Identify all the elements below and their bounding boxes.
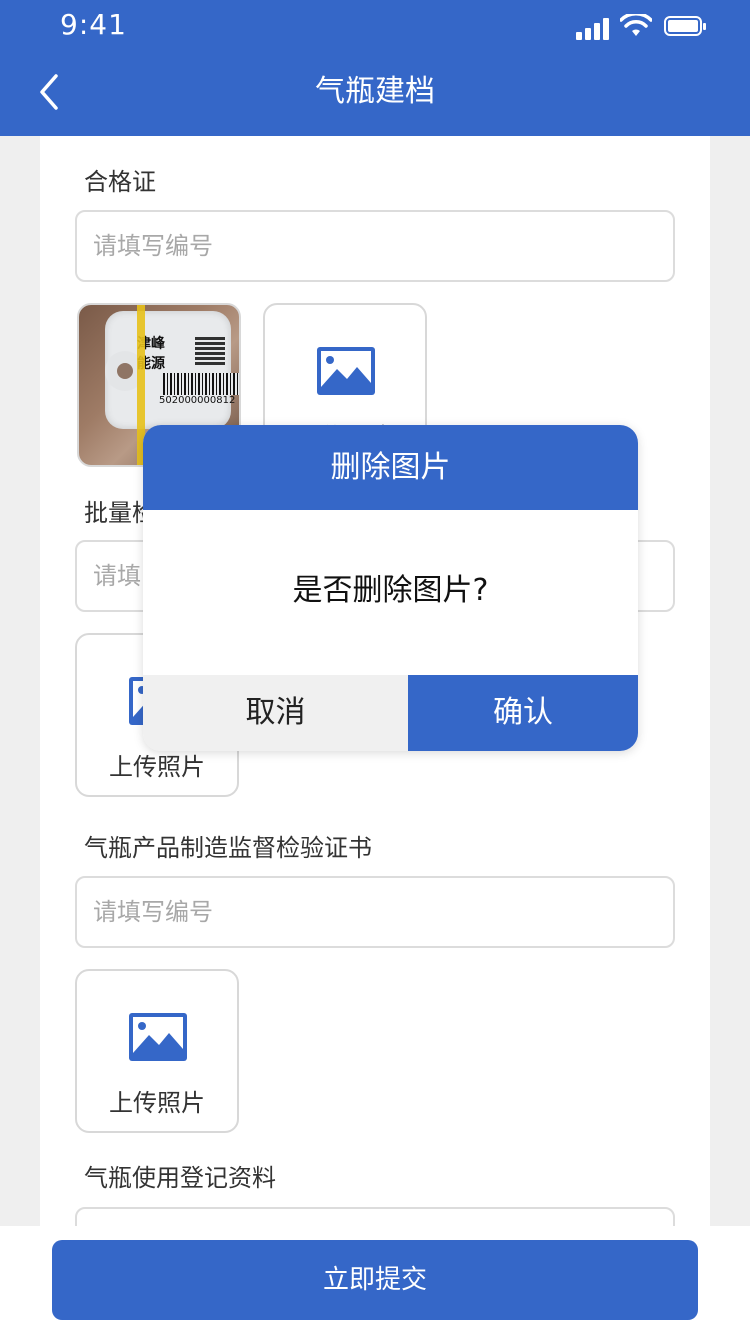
dialog-message: 是否删除图片? [292, 573, 489, 608]
status-icons [576, 14, 716, 40]
barcode [163, 373, 239, 395]
supervision-upload-button[interactable]: 上传照片 [75, 969, 239, 1133]
certificate-label: 合格证 [84, 168, 156, 196]
delete-image-dialog: 删除图片 是否删除图片? 取消 确认 [143, 425, 638, 751]
supervision-label: 气瓶产品制造监督检验证书 [84, 834, 372, 862]
certificate-number-input[interactable]: 请填写编号 [75, 210, 675, 282]
image-icon [317, 347, 375, 395]
battery-icon [664, 16, 706, 36]
image-icon [129, 1013, 187, 1061]
tag-serial: 502000000812 [159, 395, 236, 406]
gas-tag-image: 津峰 能源 502000000812 [105, 311, 239, 429]
supervision-number-input[interactable]: 请填写编号 [75, 876, 675, 948]
registration-label: 气瓶使用登记资料 [84, 1164, 276, 1192]
status-time: 9:41 [60, 8, 127, 41]
upload-label: 上传照片 [109, 753, 205, 781]
page-title: 气瓶建档 [315, 74, 435, 109]
cancel-button[interactable]: 取消 [143, 675, 408, 751]
wifi-icon [620, 14, 652, 36]
footer-bar: 立即提交 [0, 1226, 750, 1334]
dialog-title: 删除图片 [143, 425, 638, 510]
confirm-button[interactable]: 确认 [408, 675, 638, 751]
upload-label: 上传照片 [109, 1089, 205, 1117]
submit-button[interactable]: 立即提交 [52, 1240, 698, 1320]
qr-code [195, 335, 225, 365]
app-header: 9:41 气瓶建档 [0, 0, 750, 136]
